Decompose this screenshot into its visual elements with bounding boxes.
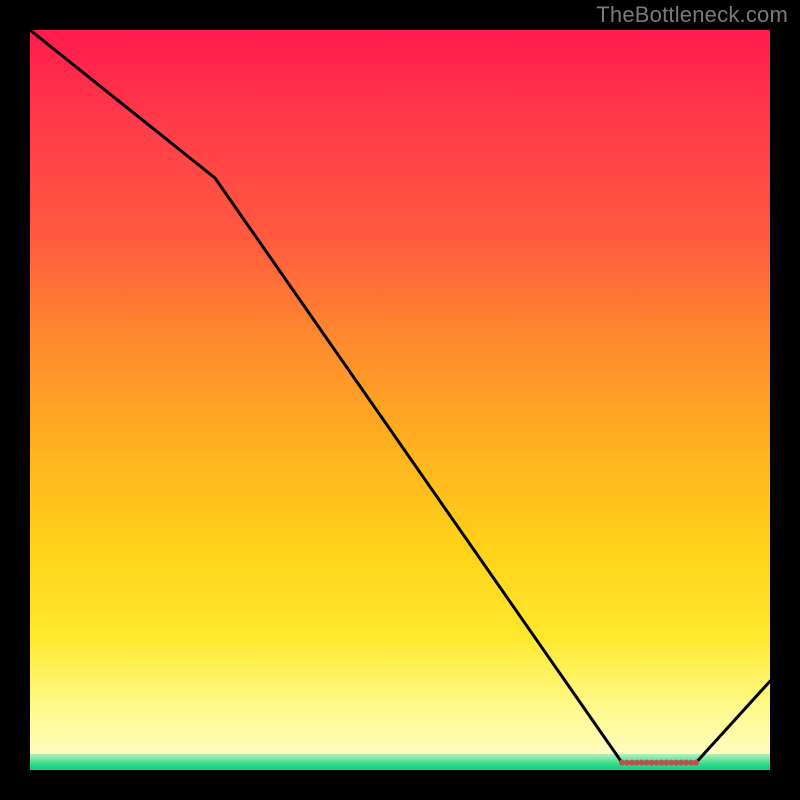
plot-area (30, 30, 770, 770)
attribution-label: TheBottleneck.com (596, 2, 788, 28)
chart-container: TheBottleneck.com (0, 0, 800, 800)
trough-marker (693, 760, 699, 766)
curve-layer (30, 30, 770, 770)
trough-markers (619, 760, 699, 766)
bottleneck-curve (30, 30, 770, 763)
